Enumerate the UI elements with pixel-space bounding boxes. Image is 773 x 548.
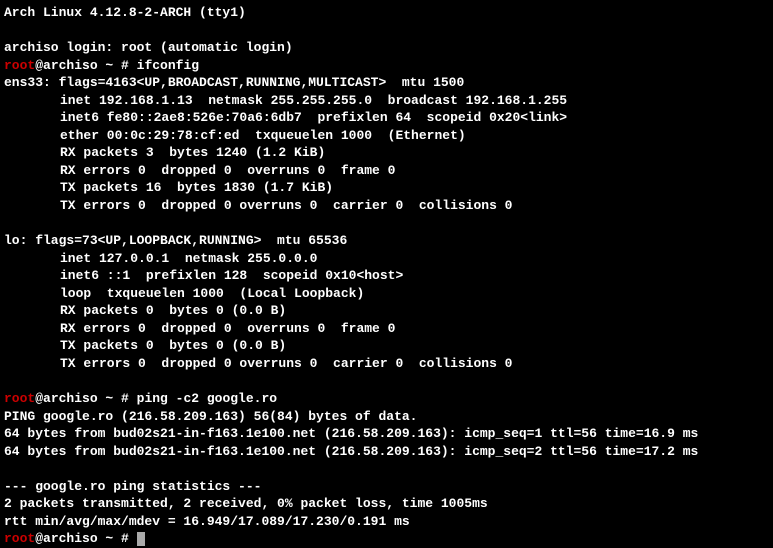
ping-stats-summary: 2 packets transmitted, 2 received, 0% pa… bbox=[4, 495, 769, 513]
header-line: Arch Linux 4.12.8-2-ARCH (tty1) bbox=[4, 4, 769, 22]
prompt-user: root bbox=[4, 391, 35, 406]
prompt-user: root bbox=[4, 531, 35, 546]
ping-stats-rtt: rtt min/avg/max/mdev = 16.949/17.089/17.… bbox=[4, 513, 769, 531]
ifconfig-lo-header: lo: flags=73<UP,LOOPBACK,RUNNING> mtu 65… bbox=[4, 232, 769, 250]
ifconfig-lo-inet6: inet6 ::1 prefixlen 128 scopeid 0x10<hos… bbox=[4, 267, 769, 285]
ping-stats-header: --- google.ro ping statistics --- bbox=[4, 478, 769, 496]
ifconfig-lo-inet: inet 127.0.0.1 netmask 255.0.0.0 bbox=[4, 250, 769, 268]
prompt-line-3[interactable]: root@archiso ~ # bbox=[4, 530, 769, 548]
ifconfig-ens33-header: ens33: flags=4163<UP,BROADCAST,RUNNING,M… bbox=[4, 74, 769, 92]
ifconfig-ens33-inet: inet 192.168.1.13 netmask 255.255.255.0 … bbox=[4, 92, 769, 110]
blank-line bbox=[4, 460, 769, 478]
cursor-icon bbox=[137, 532, 145, 546]
command-ifconfig: ifconfig bbox=[137, 58, 199, 73]
blank-line bbox=[4, 22, 769, 40]
ifconfig-lo-rxerrors: RX errors 0 dropped 0 overruns 0 frame 0 bbox=[4, 320, 769, 338]
ping-reply-1: 64 bytes from bud02s21-in-f163.1e100.net… bbox=[4, 425, 769, 443]
prompt-host-path: @archiso ~ # bbox=[35, 531, 136, 546]
ifconfig-lo-txerrors: TX errors 0 dropped 0 overruns 0 carrier… bbox=[4, 355, 769, 373]
prompt-host-path: @archiso ~ # bbox=[35, 391, 136, 406]
prompt-user: root bbox=[4, 58, 35, 73]
ifconfig-ens33-rxpackets: RX packets 3 bytes 1240 (1.2 KiB) bbox=[4, 144, 769, 162]
blank-line bbox=[4, 372, 769, 390]
command-ping: ping -c2 google.ro bbox=[137, 391, 277, 406]
prompt-line-2[interactable]: root@archiso ~ # ping -c2 google.ro bbox=[4, 390, 769, 408]
blank-line bbox=[4, 215, 769, 233]
ifconfig-ens33-txpackets: TX packets 16 bytes 1830 (1.7 KiB) bbox=[4, 179, 769, 197]
ifconfig-ens33-ether: ether 00:0c:29:78:cf:ed txqueuelen 1000 … bbox=[4, 127, 769, 145]
prompt-line-1[interactable]: root@archiso ~ # ifconfig bbox=[4, 57, 769, 75]
login-line: archiso login: root (automatic login) bbox=[4, 39, 769, 57]
ifconfig-ens33-txerrors: TX errors 0 dropped 0 overruns 0 carrier… bbox=[4, 197, 769, 215]
ifconfig-lo-rxpackets: RX packets 0 bytes 0 (0.0 B) bbox=[4, 302, 769, 320]
ifconfig-lo-loop: loop txqueuelen 1000 (Local Loopback) bbox=[4, 285, 769, 303]
ping-reply-2: 64 bytes from bud02s21-in-f163.1e100.net… bbox=[4, 443, 769, 461]
ping-header: PING google.ro (216.58.209.163) 56(84) b… bbox=[4, 408, 769, 426]
prompt-host-path: @archiso ~ # bbox=[35, 58, 136, 73]
ifconfig-ens33-rxerrors: RX errors 0 dropped 0 overruns 0 frame 0 bbox=[4, 162, 769, 180]
ifconfig-lo-txpackets: TX packets 0 bytes 0 (0.0 B) bbox=[4, 337, 769, 355]
ifconfig-ens33-inet6: inet6 fe80::2ae8:526e:70a6:6db7 prefixle… bbox=[4, 109, 769, 127]
